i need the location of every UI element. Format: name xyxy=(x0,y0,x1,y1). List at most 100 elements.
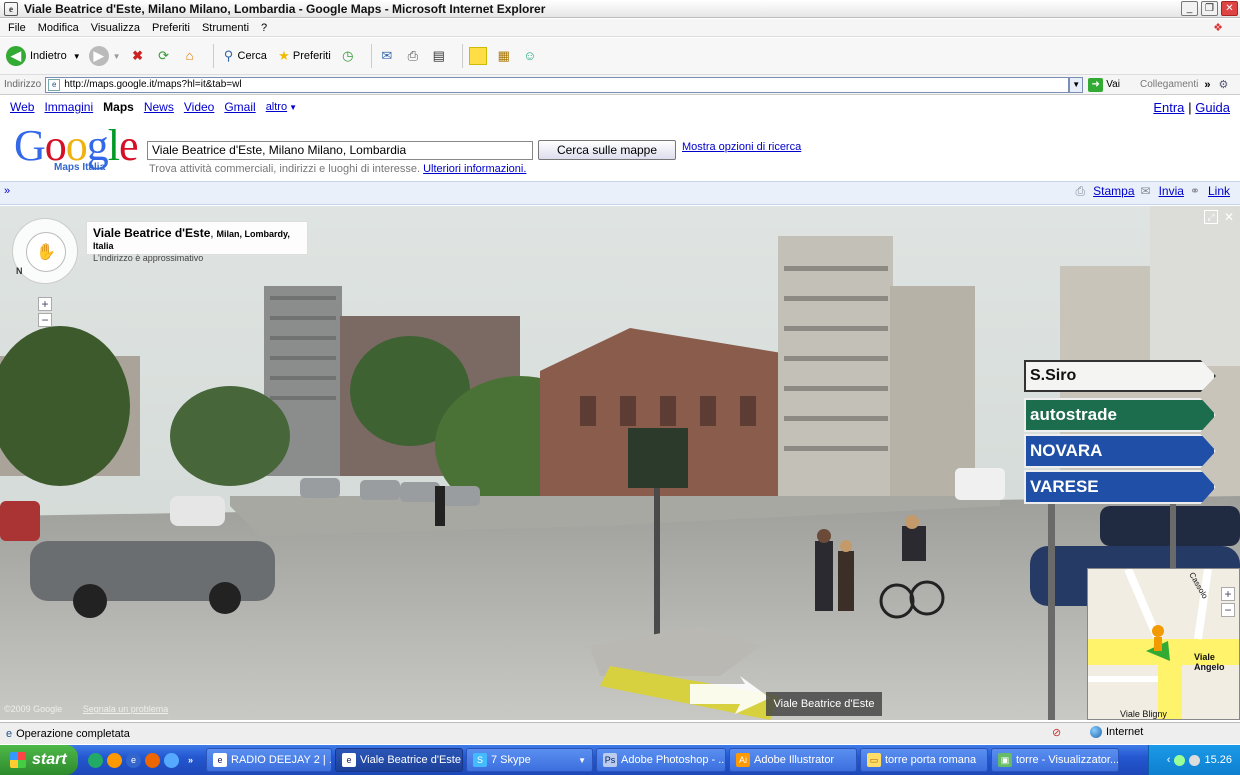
ie-icon[interactable]: e xyxy=(126,752,141,768)
help-link[interactable]: Guida xyxy=(1195,100,1230,115)
restore-button[interactable]: ❐ xyxy=(1201,1,1218,16)
copyright-text: ©2009 Google xyxy=(4,704,63,714)
task-image-viewer[interactable]: ▣ torre - Visualizzator... xyxy=(991,748,1119,772)
print-link[interactable]: Stampa xyxy=(1093,184,1134,199)
search-maps-button[interactable]: Cerca sulle mappe xyxy=(538,140,676,160)
collapse-panel-button[interactable]: » xyxy=(4,185,10,197)
zone-text: Internet xyxy=(1106,726,1144,738)
volume-icon[interactable] xyxy=(1189,754,1201,766)
nav-immagini[interactable]: Immagini xyxy=(44,100,93,114)
streetview-controls: ⤢ ✕ xyxy=(1203,210,1234,224)
menu-preferiti[interactable]: Preferiti xyxy=(152,22,190,34)
address-bar: Indirizzo e http://maps.google.it/maps?h… xyxy=(0,75,1240,95)
tray-expand-icon[interactable]: ‹ xyxy=(1167,754,1171,766)
skype-icon: S xyxy=(473,753,487,767)
chevron-down-icon[interactable]: ▼ xyxy=(113,52,121,61)
auth-links: Entra | Guida xyxy=(1153,100,1230,115)
nav-altro[interactable]: altro xyxy=(266,101,287,113)
desktop-icon[interactable] xyxy=(88,752,103,768)
link-link[interactable]: Link xyxy=(1208,184,1230,199)
home-icon[interactable]: ⌂ xyxy=(181,47,199,65)
search-button[interactable]: ⚲ Cerca xyxy=(220,47,267,65)
minimap-zoom-in-button[interactable]: + xyxy=(1221,587,1235,601)
nav-gmail[interactable]: Gmail xyxy=(224,100,255,114)
history-icon[interactable]: ◷ xyxy=(339,47,357,65)
nav-video[interactable]: Video xyxy=(184,100,214,114)
place-info-box: Viale Beatrice d'Este, Milan, Lombardy, … xyxy=(86,221,308,263)
print-icon[interactable]: ⎙ xyxy=(404,47,422,65)
chevron-right-icon[interactable]: » xyxy=(1204,79,1210,91)
signin-link[interactable]: Entra xyxy=(1153,100,1184,115)
menu-modifica[interactable]: Modifica xyxy=(38,22,79,34)
google-logo[interactable]: Google Maps Italia xyxy=(14,124,144,174)
close-streetview-icon[interactable]: ✕ xyxy=(1224,210,1234,224)
menu-strumenti[interactable]: Strumenti xyxy=(202,22,249,34)
task-photoshop[interactable]: Ps Adobe Photoshop - ... xyxy=(596,748,726,772)
image-viewer-icon: ▣ xyxy=(998,753,1012,767)
minimap-zoom-out-button[interactable]: − xyxy=(1221,603,1235,617)
address-dropdown-icon[interactable]: ▼ xyxy=(1069,76,1084,93)
chevron-down-icon[interactable]: ▼ xyxy=(289,103,297,112)
favorites-button[interactable]: ★ Preferiti xyxy=(275,47,331,65)
task-folder[interactable]: ▭ torre porta romana xyxy=(860,748,988,772)
system-tray: ‹ 15.26 xyxy=(1148,745,1240,775)
chevron-down-icon[interactable]: ▼ xyxy=(73,52,81,61)
sign-text: NOVARA xyxy=(1030,441,1103,460)
print-icon: ⎙ xyxy=(1075,184,1086,198)
street-view-minimap[interactable]: Viale Angelo Viale Bligny Cassolo + − xyxy=(1087,568,1240,720)
task-illustrator[interactable]: Ai Adobe Illustrator xyxy=(729,748,857,772)
chevron-right-icon[interactable]: » xyxy=(183,753,198,768)
zoom-in-button[interactable]: + xyxy=(38,297,52,311)
refresh-icon[interactable]: ⟳ xyxy=(155,47,173,65)
maps-search-input[interactable]: Viale Beatrice d'Este, Milano Milano, Lo… xyxy=(147,141,533,160)
share-links: ⎙ Stampa ✉ Invia ⚭ Link xyxy=(1076,184,1230,199)
nav-news[interactable]: News xyxy=(144,100,174,114)
close-button[interactable]: ✕ xyxy=(1221,1,1238,16)
back-arrow-icon: ◀ xyxy=(6,46,26,66)
minimize-button[interactable]: _ xyxy=(1181,1,1198,16)
chrome-icon[interactable] xyxy=(107,752,122,768)
notes-icon[interactable] xyxy=(468,47,487,65)
menu-visualizza[interactable]: Visualizza xyxy=(91,22,140,34)
messenger-icon[interactable]: ☺ xyxy=(521,47,539,65)
go-button[interactable]: Vai xyxy=(1106,79,1120,90)
links-settings-icon[interactable]: ⚙ xyxy=(1218,78,1228,91)
popup-blocker-icon[interactable]: ⊘ xyxy=(1052,726,1061,739)
report-problem-link[interactable]: Segnala un problema xyxy=(83,704,169,714)
street-view-panorama[interactable]: S.Siro autostrade NOVARA VARESE ✋ N + − … xyxy=(0,206,1240,720)
menu-help[interactable]: ? xyxy=(261,22,267,34)
links-label[interactable]: Collegamenti xyxy=(1140,79,1198,90)
window-title-bar[interactable]: e Viale Beatrice d'Este, Milano Milano, … xyxy=(0,0,1240,18)
search-hint: Trova attività commerciali, indirizzi e … xyxy=(149,163,526,175)
menu-bar: File Modifica Visualizza Preferiti Strum… xyxy=(0,19,1240,37)
go-arrow-icon[interactable]: ➜ xyxy=(1088,77,1104,92)
research-icon[interactable]: ▦ xyxy=(495,47,513,65)
skype-status-icon[interactable] xyxy=(1174,754,1186,766)
mail-icon[interactable]: ✉ xyxy=(378,47,396,65)
sign-s-siro: S.Siro xyxy=(1024,360,1216,392)
stop-icon[interactable]: ✖ xyxy=(129,47,147,65)
more-search-options-link[interactable]: Mostra opzioni di ricerca xyxy=(682,141,801,153)
task-label: 7 Skype xyxy=(491,754,531,766)
hand-icon[interactable]: ✋ xyxy=(26,232,66,272)
firefox-icon[interactable] xyxy=(145,752,160,768)
menu-file[interactable]: File xyxy=(8,22,26,34)
task-viale-beatrice[interactable]: e Viale Beatrice d'Este... xyxy=(335,748,463,772)
task-radio-deejay[interactable]: e RADIO DEEJAY 2 | ... xyxy=(206,748,332,772)
forward-button[interactable]: ▶ ▼ xyxy=(88,46,121,66)
task-skype[interactable]: S 7 Skype ▼ xyxy=(466,748,593,772)
start-button[interactable]: start xyxy=(0,745,78,775)
nav-web[interactable]: Web xyxy=(10,100,34,114)
windows-logo-icon: ❖ xyxy=(1213,22,1223,34)
more-info-link[interactable]: Ulteriori informazioni. xyxy=(423,163,526,175)
send-link[interactable]: Invia xyxy=(1159,184,1184,199)
zoom-out-button[interactable]: − xyxy=(38,313,52,327)
fullscreen-icon[interactable]: ⤢ xyxy=(1203,210,1218,224)
address-input[interactable]: e http://maps.google.it/maps?hl=it&tab=w… xyxy=(45,76,1070,93)
clock[interactable]: 15.26 xyxy=(1204,754,1232,766)
edit-icon[interactable]: ▤ xyxy=(430,47,448,65)
quick-launch: e » xyxy=(88,752,198,768)
page-done-icon: e xyxy=(6,727,13,740)
back-button[interactable]: ◀ Indietro ▼ xyxy=(6,46,81,66)
skype-icon[interactable] xyxy=(164,752,179,768)
